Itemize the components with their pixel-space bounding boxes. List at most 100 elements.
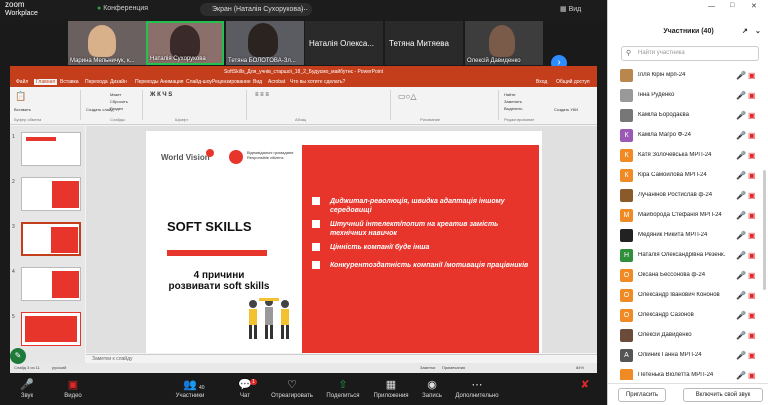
participant-row[interactable]: О Оксана Бессонова ф-24 🎤 ▣ — [608, 266, 762, 286]
video-off-icon: ▣ — [748, 251, 756, 260]
minimize-icon[interactable]: — — [708, 3, 715, 10]
view-button[interactable]: ▦ Вид — [560, 5, 581, 13]
tab-transition[interactable]: Перехода — [85, 79, 108, 85]
more-button[interactable]: ⋯ Дополнительно — [452, 378, 502, 399]
slide-thumb-selected[interactable] — [21, 222, 81, 256]
participant-row[interactable]: О Олександр Іванович Кононов 🎤 ▣ — [608, 286, 762, 306]
slide-thumb[interactable] — [21, 312, 81, 346]
participant-list[interactable]: Ілля Кірін мрп-24 🎤 ▣ Інна Руденко 🎤 ▣ Каміл… — [608, 66, 768, 380]
current-slide[interactable]: World Vision Відповідальні громадяни Res… — [146, 131, 542, 353]
video-thumb[interactable]: Олексій Давиденко — [465, 21, 543, 65]
participant-row[interactable]: Інна Руденко 🎤 ▣ — [608, 86, 762, 106]
layout-button[interactable]: Макет — [110, 92, 121, 97]
video-thumb-active[interactable]: Наталія Сухорукова — [146, 21, 224, 65]
leave-button[interactable]: ✘ — [560, 378, 610, 393]
video-off-icon: ▣ — [67, 379, 79, 391]
participant-row[interactable]: К Катя Золочевська МРП-24 🎤 ▣ — [608, 146, 762, 166]
participant-row[interactable]: А Олійник Ганна МРП-24 🎤 ▣ — [608, 346, 762, 366]
tab-file[interactable]: Файл — [16, 79, 28, 85]
close-icon[interactable]: ✕ — [751, 2, 757, 10]
invite-button[interactable]: Пригласить — [618, 388, 666, 402]
notes-toggle[interactable]: Заметки — [420, 365, 435, 370]
participant-row[interactable]: К Кіра Самойлова МРП-24 🎤 ▣ — [608, 166, 762, 186]
tab-design[interactable]: Дизайн — [110, 79, 127, 85]
slide-thumb[interactable] — [21, 267, 81, 301]
participant-row[interactable]: К Каміла Магро Ф-24 🎤 ▣ — [608, 126, 762, 146]
chat-button[interactable]: 💬 Чат — [220, 378, 270, 399]
react-button[interactable]: ♡ Отреагировать — [267, 378, 317, 399]
video-thumb[interactable]: Тетяна Митяева — [385, 21, 463, 65]
section-button[interactable]: Раздел — [110, 106, 123, 111]
view-label: Вид — [568, 6, 582, 13]
video-thumb[interactable]: Тетяна БОЛОТОВА-Зл... — [226, 21, 304, 65]
language: русский — [52, 365, 67, 370]
avatar — [620, 369, 633, 380]
participant-row[interactable]: О Олександр Сазонов 🎤 ▣ — [608, 306, 762, 326]
participant-row[interactable]: Медяник Никита МРП-24 🎤 ▣ — [608, 226, 762, 246]
slide-thumb[interactable] — [21, 132, 81, 166]
participant-row[interactable]: М Майборода Стефанія МРП-24 🎤 ▣ — [608, 206, 762, 226]
tab-view[interactable]: Вид — [253, 79, 262, 85]
screen-share-pill[interactable]: Экран (Наталія Сухорукова) ⋯ — [200, 3, 312, 16]
mic-muted-icon: 🎤 — [736, 231, 746, 240]
conference-label[interactable]: ● Конференция — [97, 5, 148, 12]
video-thumb[interactable]: Наталія Олекса... — [305, 21, 383, 65]
tab-insert[interactable]: Вставка — [60, 79, 79, 85]
participant-row[interactable]: Петенька Віолетта МРП-24 🎤 ▣ — [608, 366, 762, 380]
zoom-logo-top: zoom — [5, 0, 25, 9]
participant-face — [248, 23, 278, 57]
slide-notes[interactable]: Заметки к слайду — [86, 354, 597, 363]
org-text: Відповідальні громадяни Responsible citi… — [247, 150, 293, 160]
participant-name: Майборода Стефанія МРП-24 — [638, 212, 722, 218]
participants-button[interactable]: 👥 Участники — [165, 378, 215, 399]
slide-number: 2 — [12, 179, 15, 185]
participant-row[interactable]: Каміла Бородаєва 🎤 ▣ — [608, 106, 762, 126]
find-button[interactable]: Найти — [504, 92, 515, 97]
shapes-icon[interactable]: ▭○△ — [398, 92, 417, 101]
tab-transitions[interactable]: Переходы — [135, 79, 158, 85]
participant-row[interactable]: Лучанінов Ростислав ф-24 🎤 ▣ — [608, 186, 762, 206]
mic-muted-icon: 🎤 — [736, 371, 746, 380]
comments-toggle[interactable]: Примечания — [442, 365, 465, 370]
zoom-level[interactable]: 84% — [576, 365, 584, 370]
share-button[interactable]: ⇧ Поделиться — [318, 378, 368, 399]
annotate-pencil-icon[interactable]: ✎ — [10, 348, 26, 364]
record-button[interactable]: ◉ Запись — [407, 378, 457, 399]
slide-thumb[interactable] — [21, 177, 81, 211]
participant-search[interactable]: ⚲ Найти участника — [621, 46, 759, 61]
select-button[interactable]: Выделить — [504, 106, 522, 111]
dictate-button[interactable]: Создать УКИ — [554, 107, 578, 112]
shared-powerpoint: SoftSkills_Для_учнів_старшої_18_2_Будуєм… — [10, 66, 597, 373]
audio-button[interactable]: 🎤 Звук — [2, 378, 52, 399]
video-thumb[interactable]: Марина Мельничук, к... — [68, 21, 146, 65]
replace-button[interactable]: Заменить — [504, 99, 522, 104]
ribbon-separator — [142, 90, 143, 120]
unmute-button[interactable]: Включить свой звук — [683, 388, 763, 402]
video-off-icon: ▣ — [748, 331, 756, 340]
thumb-name-large: Наталія Олекса... — [309, 39, 375, 48]
tab-slideshow[interactable]: Слайд-шоу — [186, 79, 212, 85]
participant-row[interactable]: Ілля Кірін мрп-24 🎤 ▣ — [608, 66, 762, 86]
popout-icon[interactable]: ↗ — [742, 22, 748, 42]
reset-button[interactable]: Сбросить — [110, 99, 128, 104]
more-icon[interactable]: ⋯ — [301, 6, 308, 14]
paste-button[interactable]: Вставить — [14, 107, 31, 112]
avatar — [620, 189, 633, 202]
participant-row[interactable]: Н Наталія Олександрівна Резенк... 🎤 ▣ — [608, 246, 762, 266]
scrollbar[interactable] — [763, 170, 766, 290]
maximize-icon[interactable]: □ — [730, 2, 734, 9]
collapse-icon[interactable]: ⌄ — [755, 22, 761, 42]
share-access[interactable]: Общий доступ — [556, 79, 590, 85]
tab-home[interactable]: Главная — [34, 79, 58, 85]
tab-animation[interactable]: Анимация — [160, 79, 183, 85]
video-button[interactable]: ▣ Видео — [48, 378, 98, 399]
mic-muted-icon: 🎤 — [20, 379, 34, 391]
tab-review[interactable]: Рецензирование — [212, 79, 251, 85]
participant-row[interactable]: Олексій Давиденко 🎤 ▣ — [608, 326, 762, 346]
tell-me-search[interactable]: Что вы хотите сделать? — [290, 79, 345, 85]
sign-in[interactable]: Вход — [536, 79, 547, 85]
avatar — [620, 329, 633, 342]
tab-acrobat[interactable]: Acrobat — [268, 79, 285, 85]
bold-icon[interactable]: Ж К Ч S — [150, 92, 172, 98]
list-icon[interactable]: ≡ ≡ ≡ — [255, 92, 269, 98]
